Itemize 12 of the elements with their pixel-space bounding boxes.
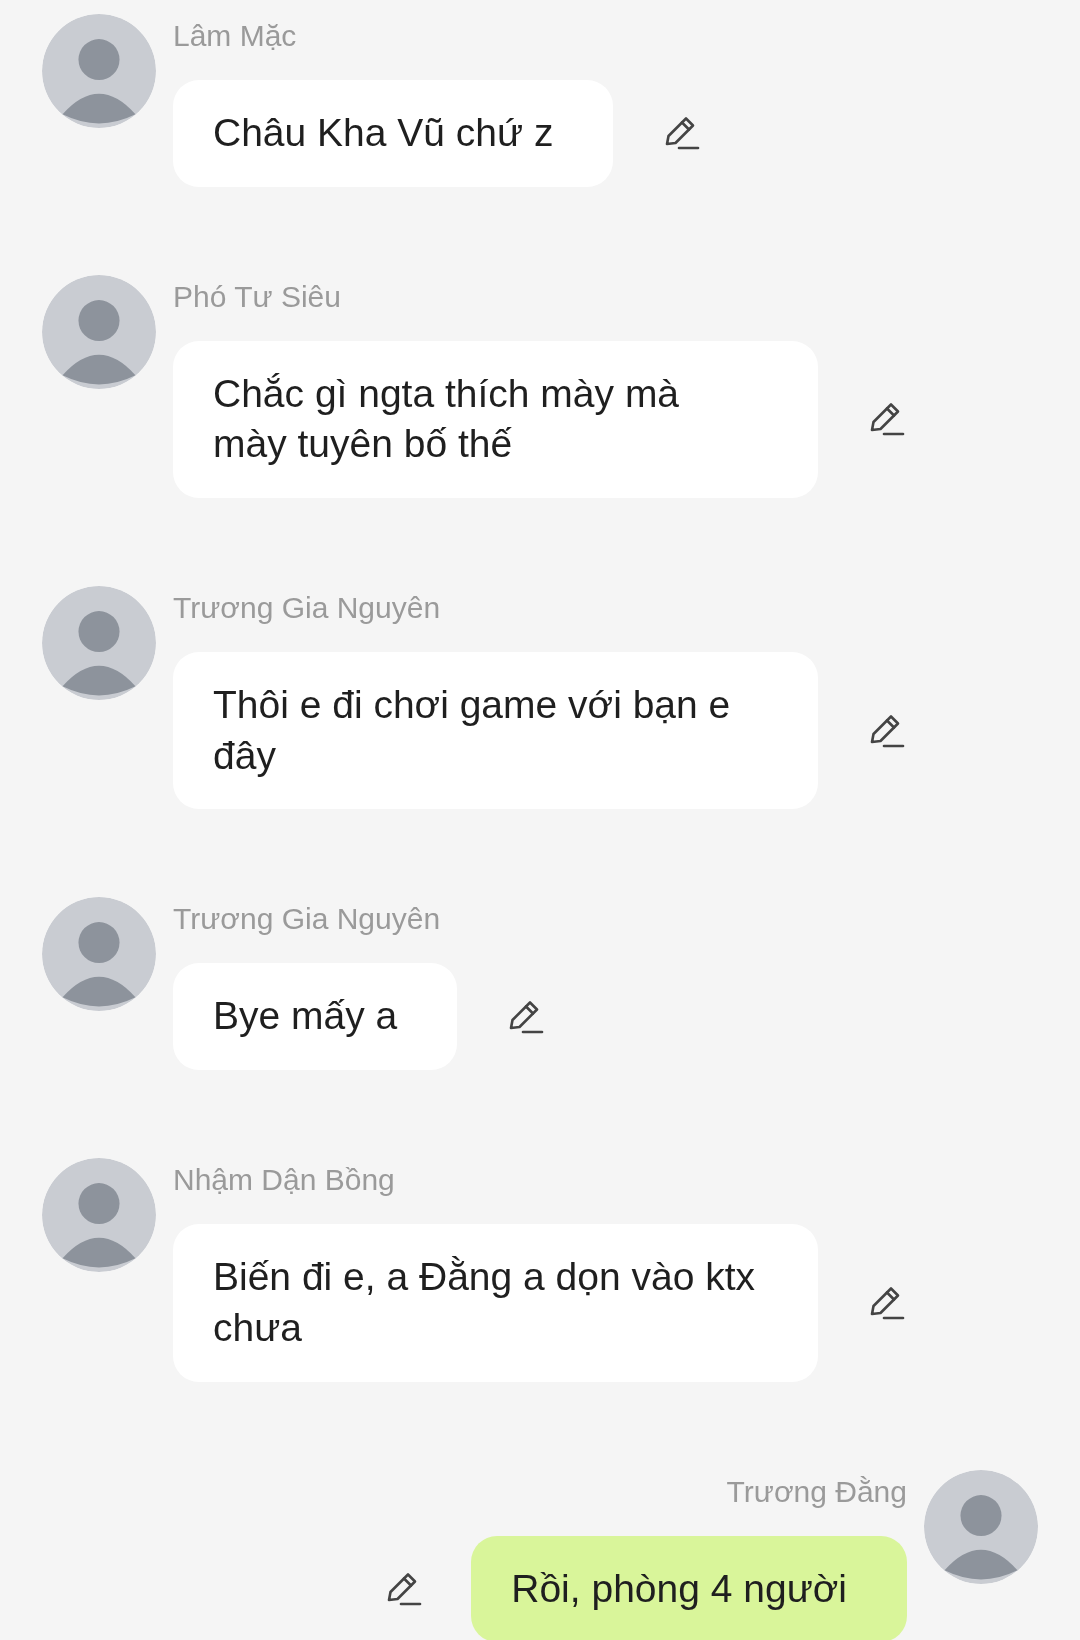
message-bubble: Thôi e đi chơi game với bạn e đây [173,652,818,810]
message-bubble: Rồi, phòng 4 người [471,1535,907,1640]
sender-name: Trương Gia Nguyên [173,901,441,938]
sender-name: Trương Đằng [726,1473,907,1510]
sender-name: Phó Tư Siêu [173,278,341,315]
message-bubble: Biến đi e, a Đằng a dọn vào ktx chưa [173,1224,818,1382]
message-bubble: Bye mấy a [173,963,458,1071]
sender-name: Nhậm Dận Bồng [173,1162,395,1199]
sender-name: Lâm Mặc [173,18,297,54]
message-bubble: Chắc gì ngta thích mày mà mày tuyên bố thế [173,340,818,499]
sender-name: Trương Gia Nguyên [173,590,441,627]
message-bubble: Châu Kha Vũ chứ z [173,80,614,187]
